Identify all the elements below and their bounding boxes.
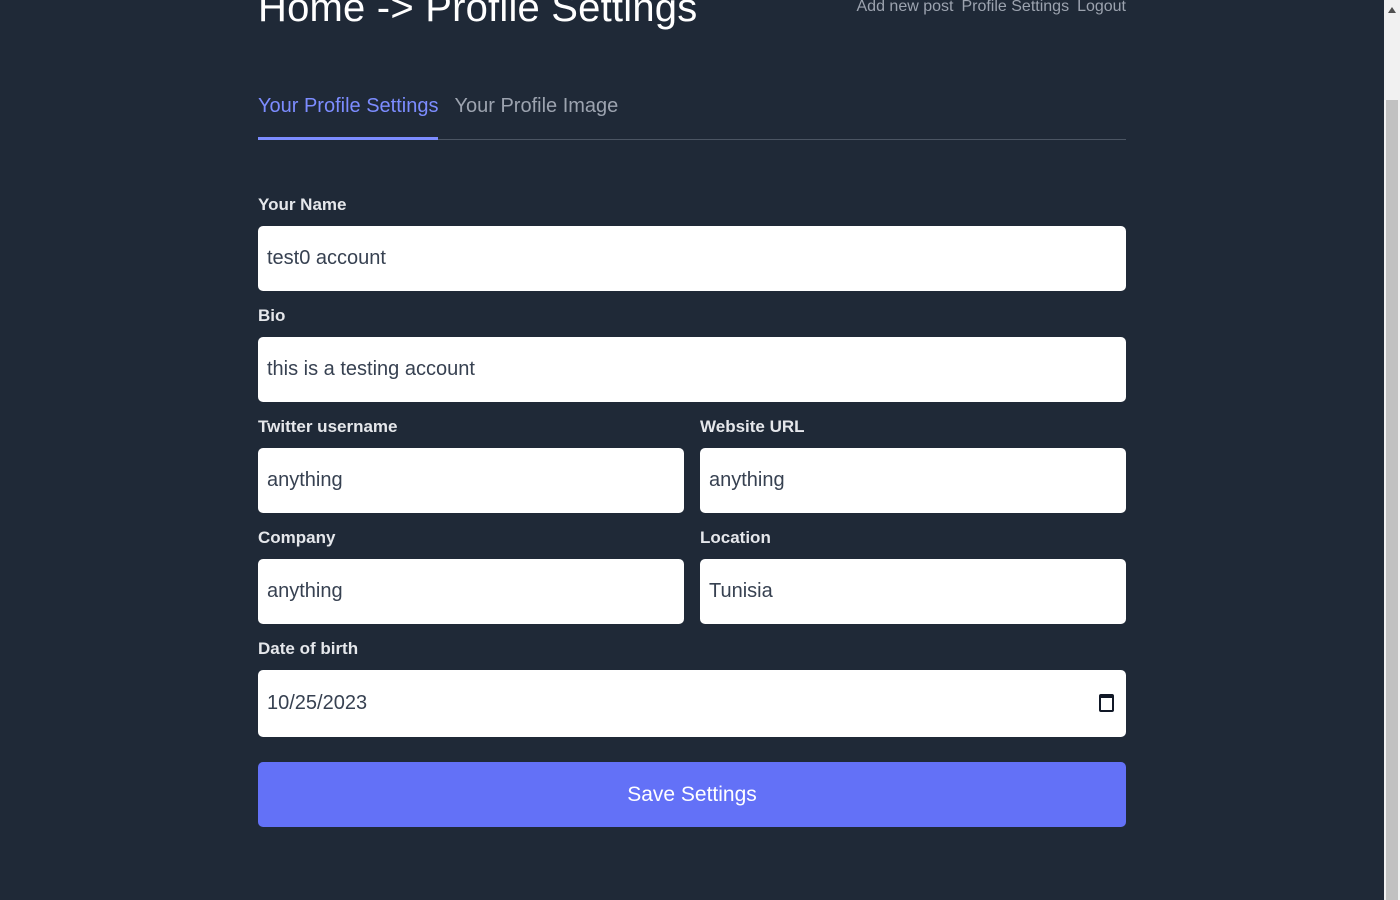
twitter-field-group: Twitter username (258, 416, 684, 513)
profile-form: Your Name Bio Twitter username Website U… (258, 194, 1126, 827)
arrow-up-icon[interactable] (1388, 7, 1396, 13)
nav-logout[interactable]: Logout (1077, 0, 1126, 16)
name-field-group: Your Name (258, 194, 1126, 291)
company-input[interactable] (258, 559, 684, 624)
twitter-input[interactable] (258, 448, 684, 513)
website-field-group: Website URL (700, 416, 1126, 513)
company-field-group: Company (258, 527, 684, 624)
location-field-group: Location (700, 527, 1126, 624)
dob-input[interactable] (258, 670, 1126, 737)
calendar-icon[interactable] (1099, 694, 1114, 712)
name-label: Your Name (258, 195, 347, 214)
name-input[interactable] (258, 226, 1126, 291)
bio-input[interactable] (258, 337, 1126, 402)
website-input[interactable] (700, 448, 1126, 513)
dob-field-group: Date of birth (258, 638, 1126, 737)
location-input[interactable] (700, 559, 1126, 624)
page-header: Home -> Profile Settings Add new post Pr… (258, 0, 1126, 60)
page-title: Home -> Profile Settings (258, 0, 698, 30)
tab-profile-image[interactable]: Your Profile Image (454, 86, 618, 140)
dob-label: Date of birth (258, 639, 359, 658)
profile-settings-page: Home -> Profile Settings Add new post Pr… (0, 0, 1400, 900)
main-container: Home -> Profile Settings Add new post Pr… (258, 0, 1126, 827)
save-settings-button[interactable]: Save Settings (258, 762, 1126, 827)
scrollbar-thumb[interactable] (1386, 100, 1398, 900)
twitter-label: Twitter username (258, 417, 398, 436)
tab-profile-settings[interactable]: Your Profile Settings (258, 86, 439, 140)
bio-label: Bio (258, 306, 286, 325)
settings-tabs: Your Profile Settings Your Profile Image (258, 86, 1126, 140)
location-label: Location (700, 528, 771, 547)
twitter-website-row: Twitter username Website URL (258, 416, 1126, 527)
company-label: Company (258, 528, 336, 547)
dob-input-wrapper (258, 670, 1126, 737)
bio-field-group: Bio (258, 305, 1126, 402)
vertical-scrollbar[interactable] (1384, 0, 1400, 900)
nav-add-new-post[interactable]: Add new post (857, 0, 954, 16)
nav-profile-settings[interactable]: Profile Settings (961, 0, 1069, 16)
company-location-row: Company Location (258, 527, 1126, 638)
top-nav: Add new post Profile Settings Logout (857, 0, 1127, 16)
website-label: Website URL (700, 417, 805, 436)
